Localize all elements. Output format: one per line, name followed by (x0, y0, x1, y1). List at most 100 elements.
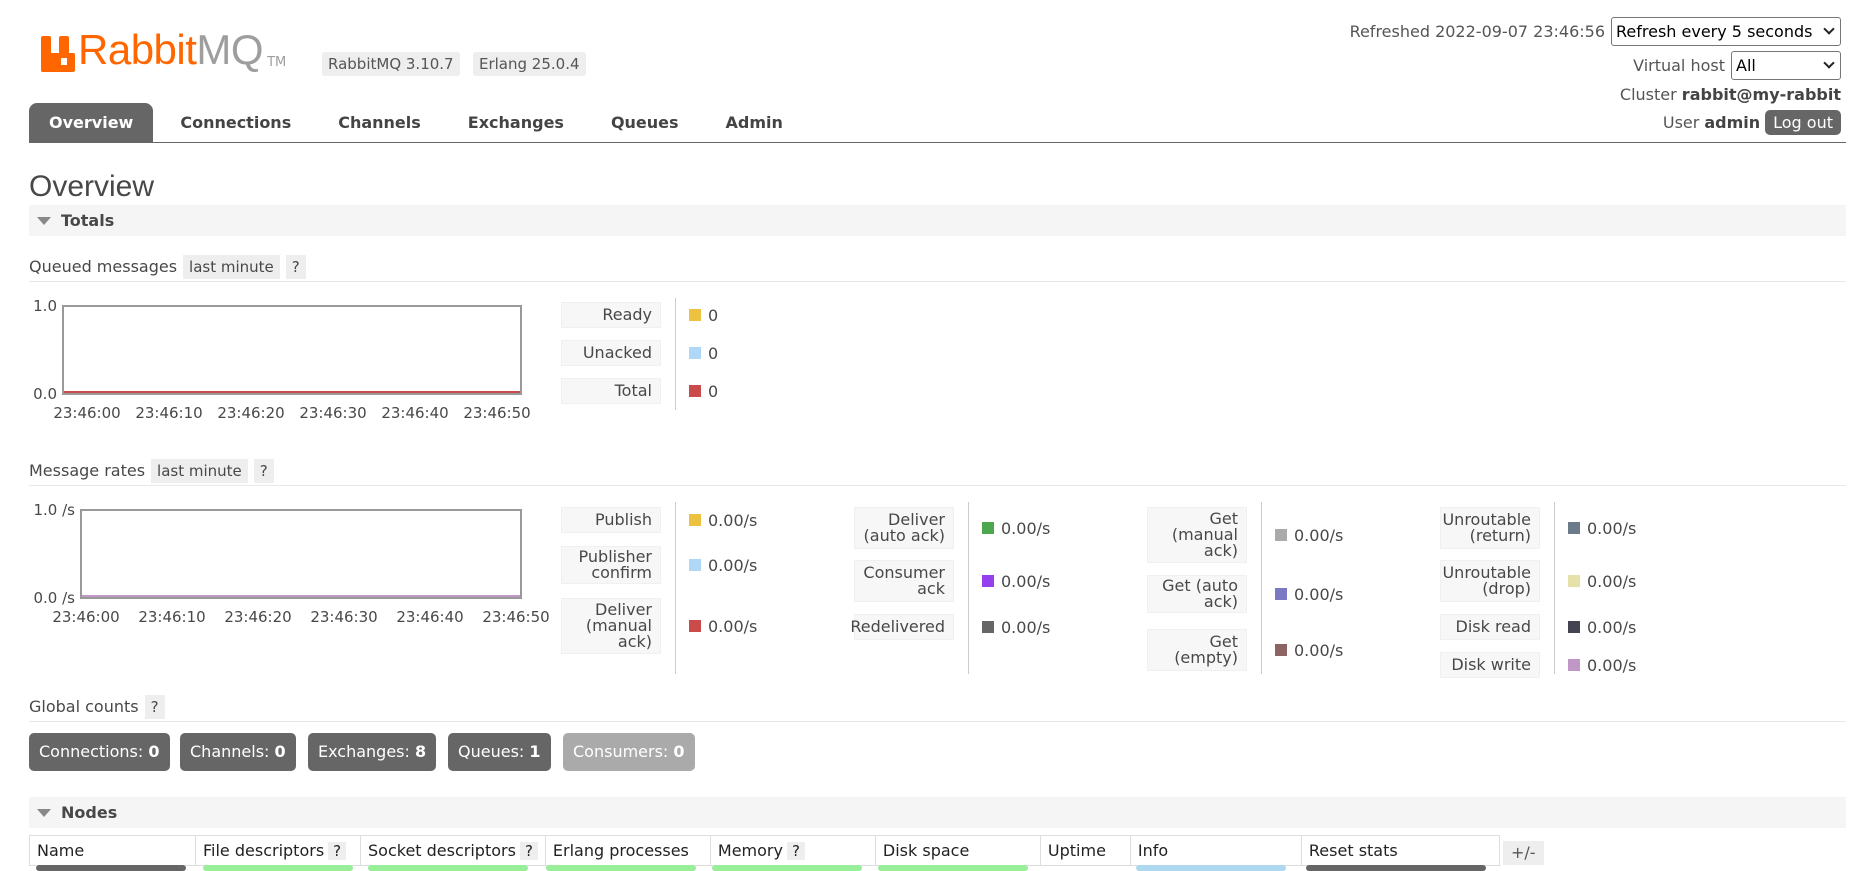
rate-redelivered-label: Redelivered (850, 614, 954, 640)
x-tick-label: 23:46:00 (53, 404, 120, 422)
series-value-text: 0.00/s (708, 555, 758, 575)
tabs-divider (29, 142, 1846, 143)
memory-bar-peek (712, 865, 862, 871)
series-value-text: 0 (708, 381, 719, 401)
rate-deliver-auto-ack-value: 0.00/s (982, 518, 1050, 538)
rabbitmq-logo[interactable]: RabbitMQ TM (41, 28, 286, 72)
vhost-row: Virtual host All (1633, 51, 1841, 80)
series-value-text: 0.00/s (1001, 571, 1051, 591)
series-value-text: 0.00/s (1294, 640, 1344, 660)
rate-consumer-ack-value: 0.00/s (982, 571, 1050, 591)
queued-ready-label: Ready (561, 302, 661, 328)
nodes-table-header: Name File descriptors? Socket descriptor… (29, 835, 1500, 866)
rate-deliver-manual-ack-label: Deliver (manual ack) (561, 598, 661, 654)
x-tick-label: 23:46:40 (396, 608, 463, 626)
y-tick-label: 0.0 /s (34, 589, 76, 607)
triangle-down-icon (37, 809, 51, 817)
channels-count-button[interactable]: Channels: 0 (180, 733, 296, 771)
series-swatch (1568, 621, 1580, 633)
series-value-text: 0.00/s (1587, 617, 1637, 637)
y-tick-label: 0.0 (33, 385, 57, 403)
legend-divider (675, 502, 676, 674)
refresh-interval-select[interactable]: Refresh every 5 seconds (1611, 17, 1841, 46)
logo-text-mq: MQ (196, 26, 264, 73)
rate-publish-value: 0.00/s (689, 510, 757, 530)
y-tick-label: 1.0 /s (34, 501, 76, 519)
queued-messages-header: Queued messages last minute ? (29, 255, 306, 279)
series-value-text: 0.00/s (1001, 518, 1051, 538)
series-swatch (689, 347, 701, 359)
logout-button[interactable]: Log out (1765, 110, 1841, 135)
rate-get-manual-ack-label: Get (manual ack) (1147, 507, 1247, 563)
nodes-table: Name File descriptors? Socket descriptor… (29, 835, 1500, 866)
x-tick-label: 23:46:40 (381, 404, 448, 422)
queued-range-button[interactable]: last minute (183, 255, 280, 279)
rates-help-button[interactable]: ? (253, 459, 274, 483)
series-value-text: 0.00/s (1587, 571, 1637, 591)
rate-consumer-ack-label: Consumer ack (854, 560, 954, 602)
rates-range-button[interactable]: last minute (151, 459, 248, 483)
series-swatch (689, 514, 701, 526)
queues-count-button[interactable]: Queues: 1 (448, 733, 551, 771)
tab-overview[interactable]: Overview (29, 103, 154, 142)
queued-messages-chart: 1.0 0.023:46:00 23:46:10 23:46:20 23:46:30 23… (33, 297, 531, 422)
consumers-count-button[interactable]: Consumers: 0 (563, 733, 695, 771)
series-swatch (689, 309, 701, 321)
exchanges-count-button[interactable]: Exchanges: 8 (308, 733, 437, 771)
global-counts-help-button[interactable]: ? (144, 695, 165, 719)
user-label: User (1662, 113, 1700, 132)
rate-get-auto-ack-label: Get (auto ack) (1147, 575, 1247, 613)
col-name: Name (29, 835, 196, 866)
series-value-text: 0.00/s (708, 616, 758, 636)
rate-unroutable-return-label: Unroutable (return) (1440, 507, 1540, 549)
totals-section-toggle[interactable]: Totals (29, 205, 1846, 236)
memory-help-button[interactable]: ? (786, 842, 805, 860)
series-swatch (689, 620, 701, 632)
x-tick-label: 23:46:10 (135, 404, 202, 422)
col-reset-stats: Reset stats (1300, 835, 1500, 866)
col-uptime: Uptime (1039, 835, 1131, 866)
tab-connections[interactable]: Connections (160, 103, 311, 142)
queued-help-button[interactable]: ? (285, 255, 306, 279)
tab-exchanges[interactable]: Exchanges (448, 103, 584, 142)
legend-divider (1261, 502, 1262, 674)
global-counts-title: Global counts (29, 697, 139, 716)
nodes-section-toggle[interactable]: Nodes (29, 797, 1846, 828)
tab-channels[interactable]: Channels (318, 103, 441, 142)
erlang-bar-peek (546, 865, 696, 871)
triangle-down-icon (37, 217, 51, 225)
queued-unacked-value: 0 (689, 343, 718, 363)
queued-total-value: 0 (689, 381, 718, 401)
global-counts-header: Global counts ? (29, 695, 165, 719)
rabbitmq-version: RabbitMQ 3.10.7 (322, 52, 460, 76)
tab-queues[interactable]: Queues (591, 103, 699, 142)
x-tick-label: 23:46:20 (224, 608, 291, 626)
connections-count-button[interactable]: Connections: 0 (29, 733, 170, 771)
tab-admin[interactable]: Admin (706, 103, 803, 142)
legend-divider (675, 298, 676, 410)
series-value-text: 0 (708, 305, 719, 325)
col-file-descriptors: File descriptors? (195, 835, 361, 866)
logo-text-rabbit: Rabbit (78, 26, 197, 73)
series-value-text: 0.00/s (1294, 584, 1344, 604)
vhost-select[interactable]: All (1731, 51, 1841, 80)
rate-disk-write-label: Disk write (1440, 652, 1540, 678)
columns-toggle-button[interactable]: +/- (1503, 841, 1544, 865)
file-descriptors-help-button[interactable]: ? (328, 842, 347, 860)
totals-section-label: Totals (61, 211, 115, 230)
series-value-text: 0 (708, 343, 719, 363)
rate-disk-read-value: 0.00/s (1568, 617, 1636, 637)
legend-divider (968, 502, 969, 674)
page-title: Overview (29, 170, 155, 203)
user-row: User admin Log out (1663, 110, 1841, 135)
socket-descriptors-help-button[interactable]: ? (519, 842, 538, 860)
cluster-row: Cluster rabbit@my-rabbit (1620, 85, 1841, 104)
sub-divider (29, 281, 1846, 282)
rate-unroutable-drop-label: Unroutable (drop) (1440, 560, 1540, 602)
series-swatch (982, 575, 994, 587)
rate-redelivered-value: 0.00/s (982, 617, 1050, 637)
series-value-text: 0.00/s (1294, 525, 1344, 545)
series-swatch (1568, 522, 1580, 534)
user-name: admin (1704, 113, 1761, 132)
y-tick-label: 1.0 (33, 297, 57, 315)
